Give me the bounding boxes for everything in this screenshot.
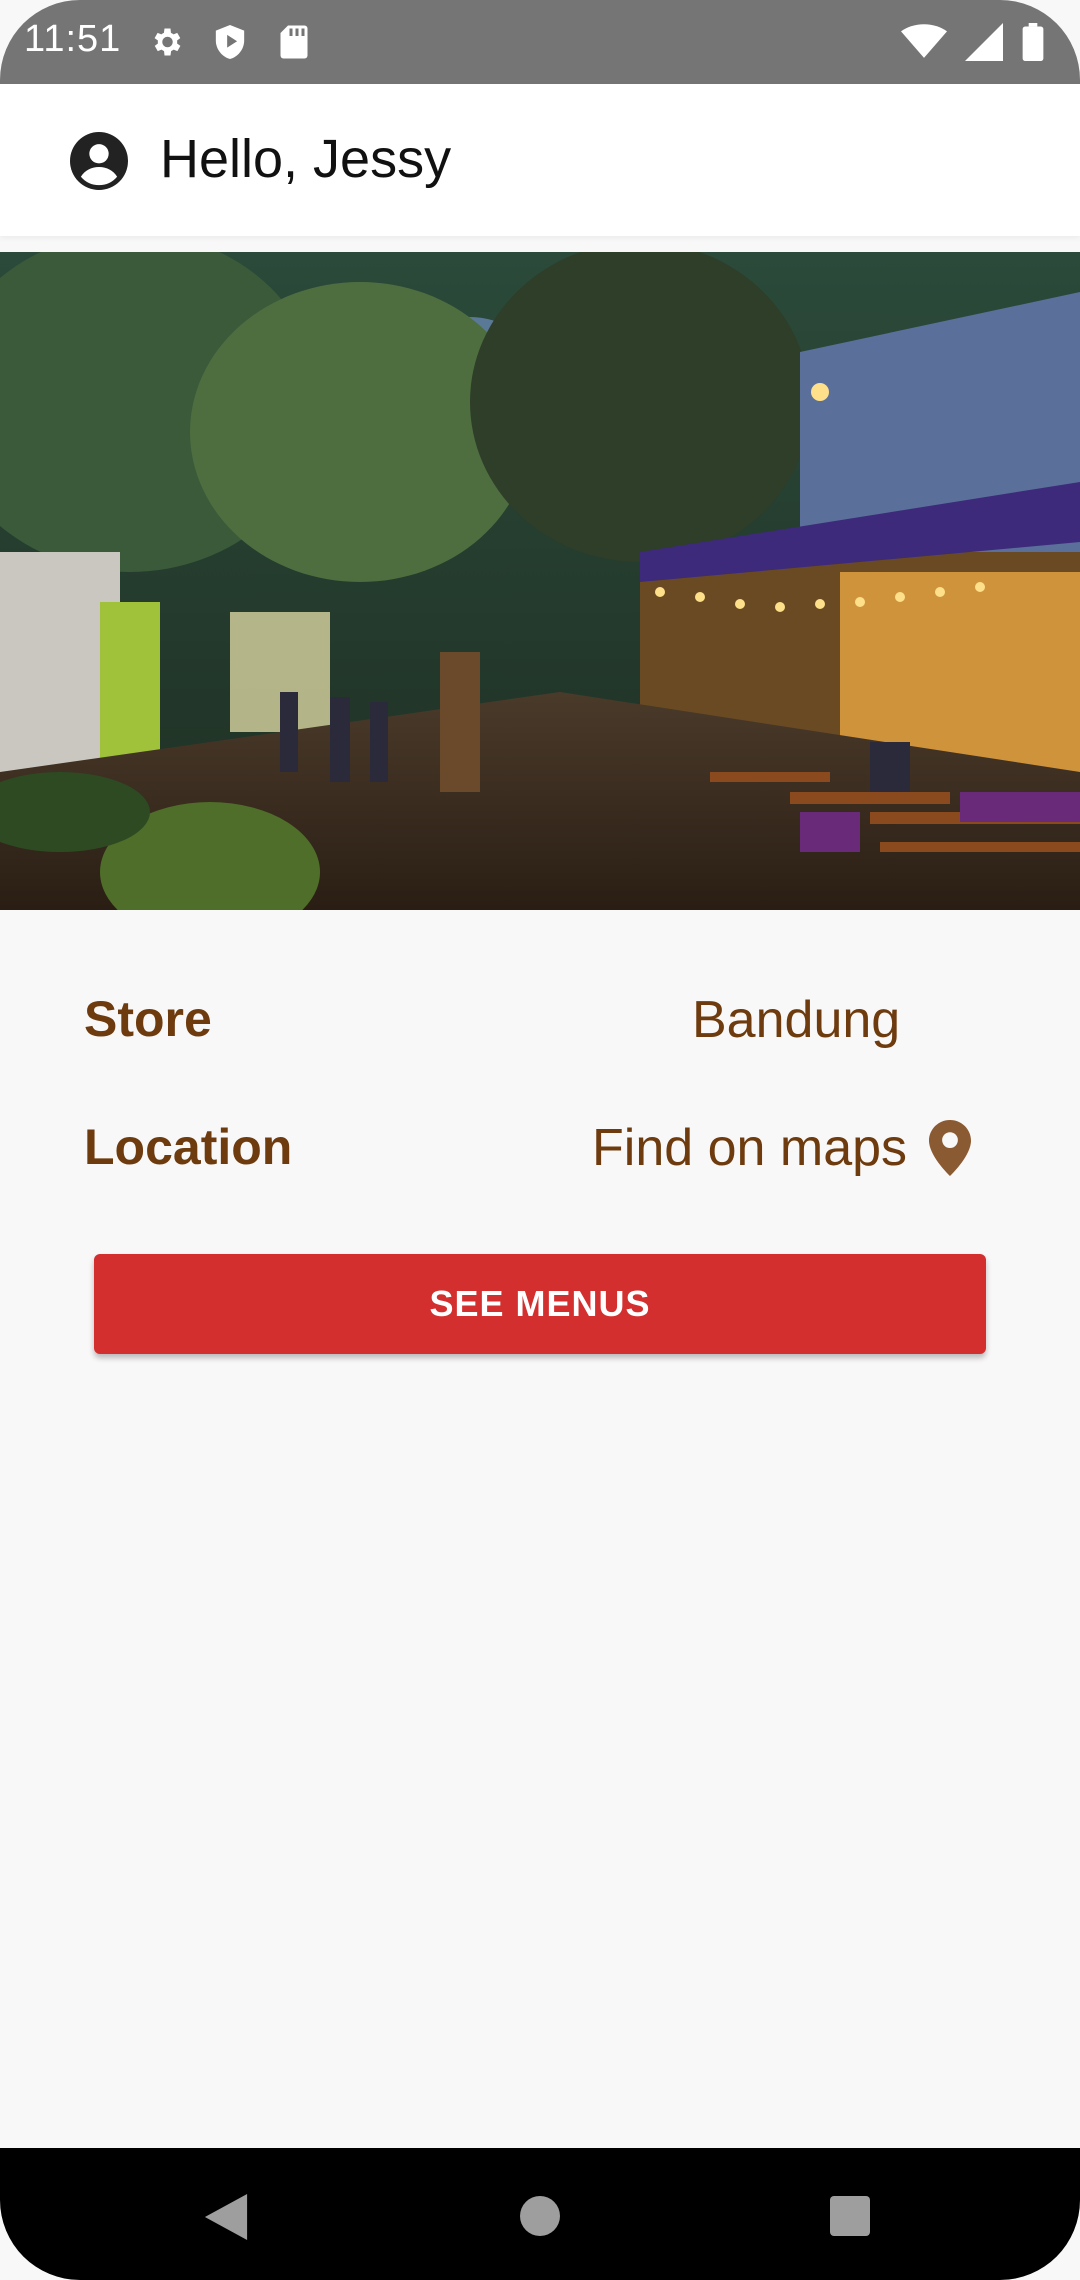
store-value: Bandung bbox=[692, 991, 901, 1049]
home-icon[interactable] bbox=[520, 2196, 560, 2236]
account-circle-icon[interactable] bbox=[70, 132, 128, 190]
status-icons-left bbox=[148, 22, 312, 62]
recents-icon[interactable] bbox=[830, 2196, 870, 2236]
settings-icon bbox=[148, 22, 184, 62]
see-menus-button[interactable]: SEE MENUS bbox=[94, 1254, 986, 1354]
status-time: 11:51 bbox=[24, 18, 122, 60]
store-label: Store bbox=[84, 991, 212, 1047]
wifi-icon bbox=[900, 22, 948, 62]
find-on-maps-text: Find on maps bbox=[592, 1119, 908, 1177]
store-photo bbox=[0, 252, 1080, 910]
play-protect-icon bbox=[212, 22, 248, 62]
status-icons-right bbox=[900, 22, 1046, 62]
signal-icon bbox=[964, 22, 1004, 62]
back-icon[interactable] bbox=[204, 2194, 248, 2245]
status-bar: 11:51 bbox=[0, 0, 1080, 84]
app-bar: Hello, Jessy bbox=[0, 84, 1080, 236]
location-label: Location bbox=[84, 1119, 293, 1175]
navigation-bar bbox=[0, 2148, 1080, 2280]
find-on-maps-link[interactable]: Find on maps bbox=[592, 1118, 972, 1178]
battery-icon bbox=[1020, 22, 1046, 62]
screen: 11:51 Hello, Jessy Store Bandung Locatio… bbox=[0, 0, 1080, 2280]
greeting-text: Hello, Jessy bbox=[160, 129, 452, 189]
map-pin-icon bbox=[929, 1120, 972, 1176]
sd-card-icon bbox=[276, 22, 312, 62]
